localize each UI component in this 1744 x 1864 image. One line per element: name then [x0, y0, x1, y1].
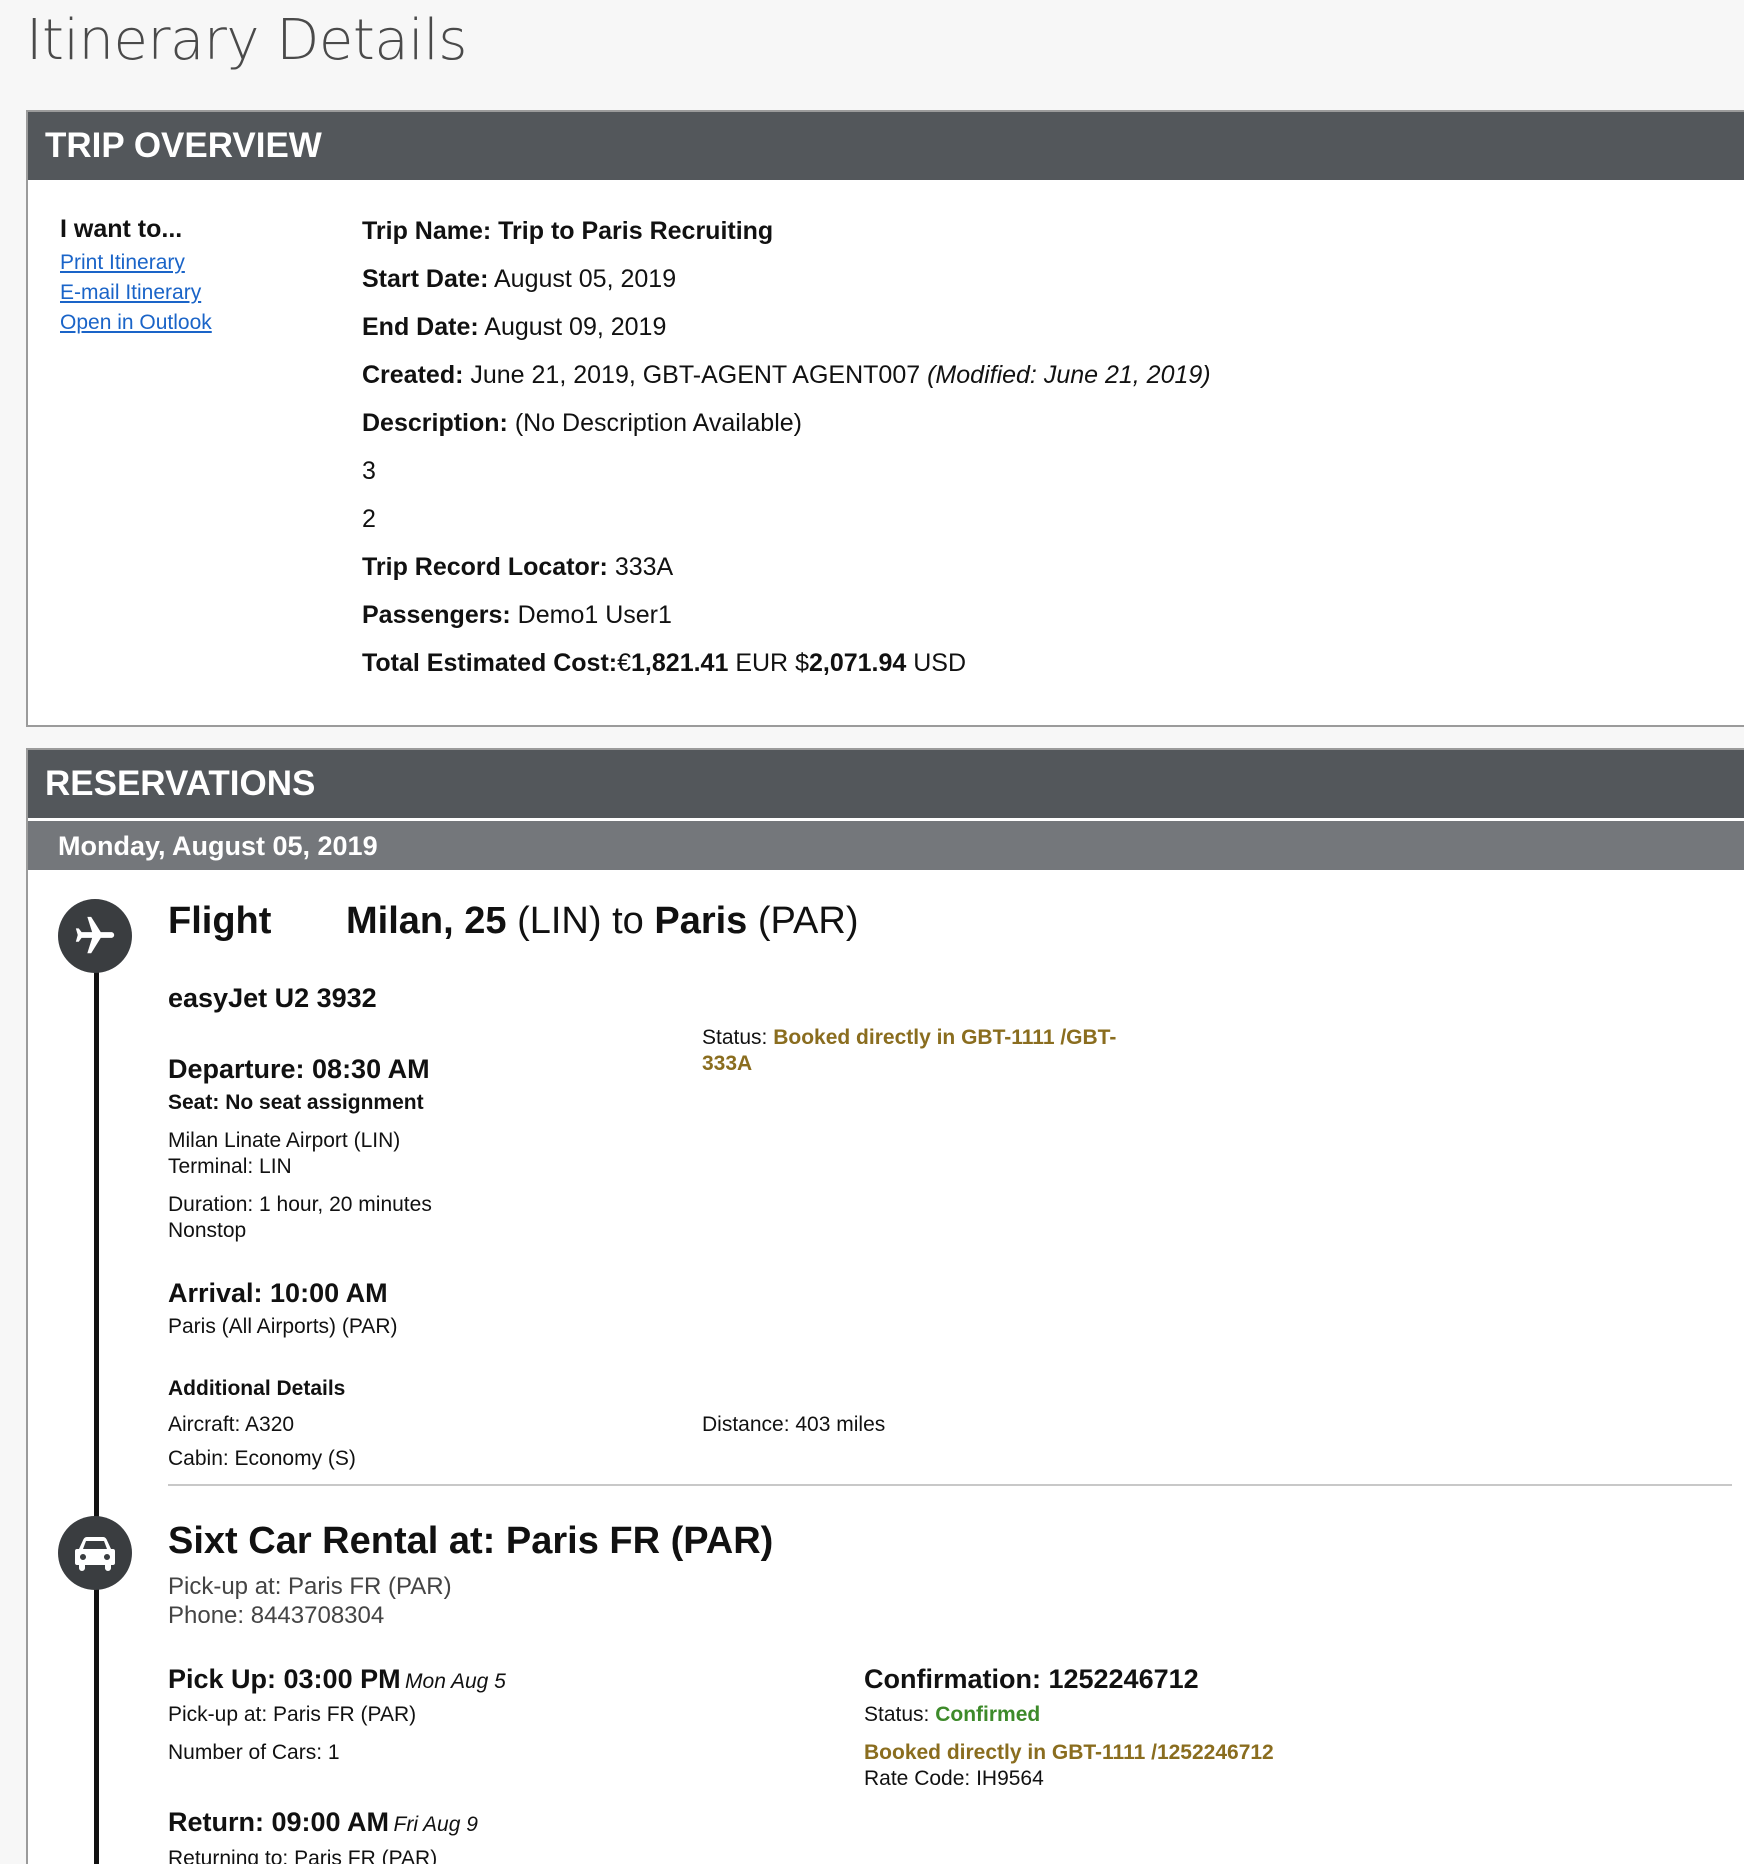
seat-value: No seat assignment [225, 1091, 424, 1114]
email-itinerary-link[interactable]: E-mail Itinerary [60, 278, 212, 308]
cost-eur: 1,821.41 [631, 649, 729, 677]
flight-status-label: Status: [702, 1026, 768, 1049]
flight-to-code: (PAR) [757, 900, 859, 942]
eur-unit: EUR [735, 649, 789, 677]
print-itinerary-link[interactable]: Print Itinerary [60, 248, 212, 278]
departure-time: Departure: 08:30 AM [168, 1054, 430, 1084]
car-rate-code: Rate Code: IH9564 [864, 1767, 1044, 1790]
created-label: Created: [362, 361, 464, 389]
flight-to-word: to [612, 900, 644, 942]
flight-route: Milan, 25 (LIN) to Paris (PAR) [346, 900, 859, 943]
arrival-time: Arrival: 10:00 AM [168, 1278, 388, 1308]
record-locator-label: Trip Record Locator: [362, 553, 608, 581]
flight-duration: Duration: 1 hour, 20 minutes [168, 1193, 432, 1216]
arrival-airport: Paris (All Airports) (PAR) [168, 1315, 398, 1338]
created-value: June 21, 2019, GBT-AGENT AGENT007 [470, 361, 921, 389]
car-pickup-time-block: Pick Up: 03:00 PM Mon Aug 5 [168, 1664, 506, 1695]
start-date-label: Start Date: [362, 265, 489, 293]
car-status-value: Confirmed [935, 1703, 1041, 1726]
description-row: Description: (No Description Available) [362, 407, 1211, 455]
start-date-row: Start Date: August 05, 2019 [362, 263, 1211, 311]
trip-name-value: Trip to Paris Recruiting [498, 217, 774, 245]
car-status-label: Status: [864, 1703, 930, 1726]
total-cost-row: Total Estimated Cost:€1,821.41 EUR $2,07… [362, 647, 1211, 695]
car-pickup-location: Pick-up at: Paris FR (PAR) [168, 1573, 452, 1600]
departure-airport-block: Milan Linate Airport (LIN) Terminal: LIN [168, 1128, 400, 1180]
day-header: Monday, August 05, 2019 [28, 821, 1744, 870]
usd-symbol: $ [795, 649, 809, 677]
car-phone: Phone: 8443708304 [168, 1602, 385, 1629]
distance-info: Distance: 403 miles [702, 1413, 886, 1436]
created-row: Created: June 21, 2019, GBT-AGENT AGENT0… [362, 359, 1211, 407]
trip-overview-header: TRIP OVERVIEW [28, 112, 1744, 180]
car-icon [58, 1516, 132, 1590]
car-rental-title: Sixt Car Rental at: Paris FR (PAR) [168, 1520, 774, 1562]
trip-overview-panel: TRIP OVERVIEW I want to... Print Itinera… [26, 110, 1744, 727]
car-number-of-cars: Number of Cars: 1 [168, 1741, 340, 1764]
car-pickup-time: Pick Up: 03:00 PM [168, 1664, 401, 1694]
car-status: Status: Confirmed [864, 1702, 1040, 1728]
page-title: Itinerary Details [26, 8, 467, 73]
custom-field-2: 2 [362, 505, 376, 533]
actions-title: I want to... [60, 215, 183, 243]
duration-block: Duration: 1 hour, 20 minutes Nonstop [168, 1192, 432, 1244]
flight-from-city: Milan, 25 [346, 900, 507, 942]
custom-field-1: 3 [362, 457, 376, 485]
car-returning-to: Returning to: Paris FR (PAR) [168, 1847, 438, 1864]
end-date-label: End Date: [362, 313, 479, 341]
timeline-line [94, 950, 99, 1864]
flight-type-label: Flight [168, 900, 272, 942]
car-return-time-block: Return: 09:00 AM Fri Aug 9 [168, 1807, 478, 1838]
departure-airport: Milan Linate Airport (LIN) [168, 1129, 401, 1152]
flight-status-value: Booked directly in GBT-1111 /GBT- [773, 1026, 1117, 1049]
seat-label: Seat: [168, 1091, 220, 1114]
cabin-info: Cabin: Economy (S) [168, 1447, 356, 1470]
reservation-divider [168, 1484, 1732, 1486]
car-booked-directly: Booked directly in GBT-1111 /1252246712 [864, 1741, 1274, 1764]
start-date-value: August 05, 2019 [494, 265, 677, 293]
car-booking-block: Booked directly in GBT-1111 /1252246712 … [864, 1740, 1274, 1792]
actions-menu: I want to... Print Itinerary E-mail Itin… [60, 215, 212, 338]
modified-value: (Modified: June 21, 2019) [927, 361, 1211, 389]
reservations-panel: RESERVATIONS Monday, August 05, 2019 Fli… [26, 748, 1744, 1864]
trip-info: Trip Name: Trip to Paris Recruiting Star… [362, 215, 1211, 695]
airplane-icon [58, 899, 132, 973]
car-return-time: Return: 09:00 AM [168, 1807, 390, 1837]
passengers-label: Passengers: [362, 601, 511, 629]
departure-terminal: Terminal: LIN [168, 1155, 292, 1178]
car-pickup-at: Pick-up at: Paris FR (PAR) [168, 1703, 417, 1726]
usd-unit: USD [913, 649, 967, 677]
end-date-value: August 09, 2019 [484, 313, 667, 341]
reservations-header: RESERVATIONS [28, 750, 1744, 818]
eur-symbol: € [617, 649, 632, 677]
description-label: Description: [362, 409, 508, 437]
trip-name-label: Trip Name: [362, 217, 492, 245]
car-pickup-date: Mon Aug 5 [405, 1670, 506, 1693]
car-return-date: Fri Aug 9 [393, 1813, 478, 1836]
flight-status: Status: Booked directly in GBT-1111 /GBT… [702, 1025, 1116, 1077]
end-date-row: End Date: August 09, 2019 [362, 311, 1211, 359]
total-cost-label: Total Estimated Cost: [362, 649, 618, 677]
passengers-row: Passengers: Demo1 User1 [362, 599, 1211, 647]
seat-info: Seat: No seat assignment [168, 1090, 424, 1116]
car-confirmation: Confirmation: 1252246712 [864, 1664, 1199, 1694]
car-pickup-location-block: Pick-up at: Paris FR (PAR) Phone: 844370… [168, 1572, 452, 1630]
flight-to-city: Paris [654, 900, 748, 942]
flight-stops: Nonstop [168, 1219, 247, 1242]
passengers-value: Demo1 User1 [517, 601, 672, 629]
record-locator-value: 333A [614, 553, 674, 581]
description-value: (No Description Available) [514, 409, 802, 437]
flight-status-value-cont: 333A [702, 1052, 753, 1075]
aircraft-info: Aircraft: A320 [168, 1413, 295, 1436]
flight-carrier: easyJet U2 3932 [168, 983, 377, 1013]
additional-details-title: Additional Details [168, 1377, 346, 1400]
open-in-outlook-link[interactable]: Open in Outlook [60, 308, 212, 338]
cost-usd: 2,071.94 [808, 649, 907, 677]
trip-name-row: Trip Name: Trip to Paris Recruiting [362, 215, 1211, 263]
flight-from-code: (LIN) [517, 900, 602, 942]
record-locator-row: Trip Record Locator: 333A [362, 551, 1211, 599]
